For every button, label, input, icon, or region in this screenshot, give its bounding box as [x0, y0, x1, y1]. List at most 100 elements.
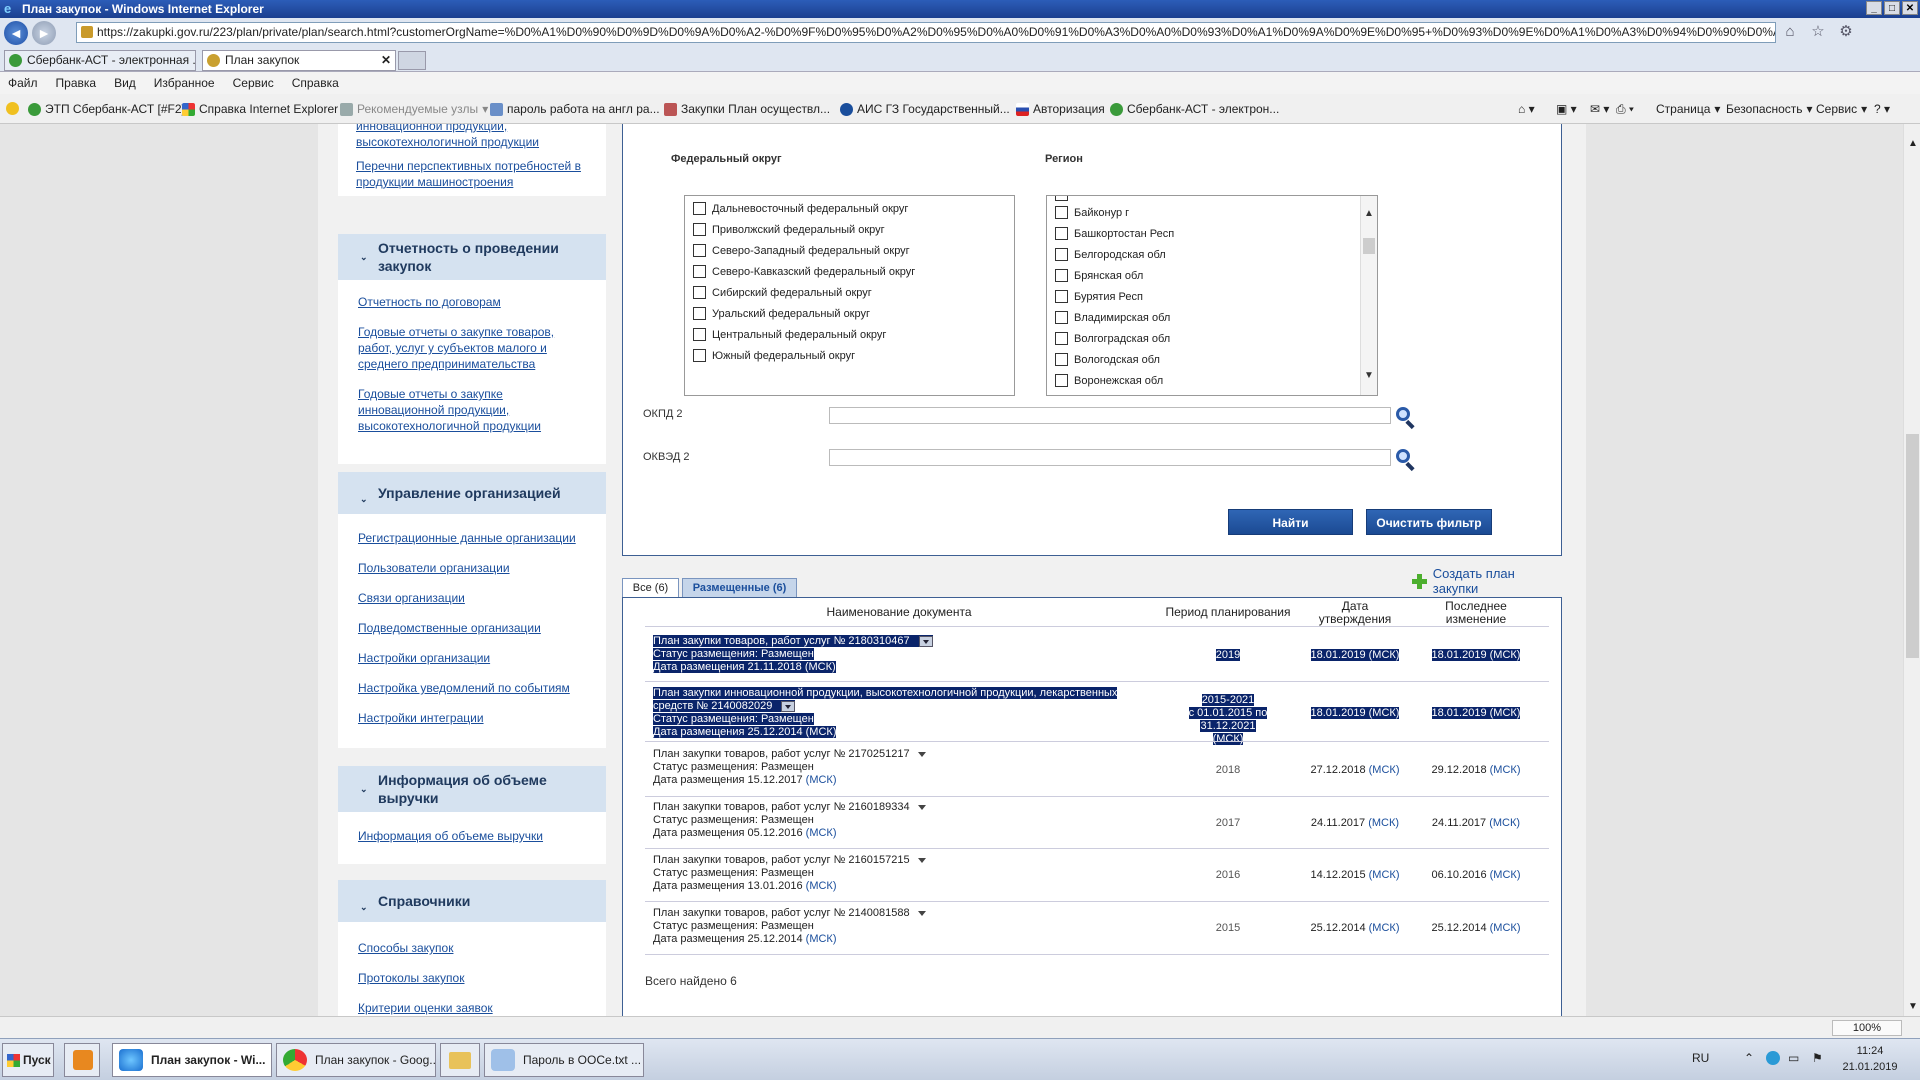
checkbox[interactable] [1055, 248, 1068, 261]
okpd-search-icon[interactable] [1395, 406, 1417, 430]
maximize-button[interactable]: □ [1884, 1, 1900, 15]
settings-gear-icon[interactable]: ⚙ [1836, 22, 1856, 42]
minimize-button[interactable]: _ [1866, 1, 1882, 15]
sidebar-section-title[interactable]: ⌄ Управление организацией [338, 472, 606, 514]
menu-favorites[interactable]: Избранное [154, 76, 215, 90]
favorites-star-icon[interactable]: ☆ [1808, 22, 1828, 42]
checkbox[interactable] [693, 328, 706, 341]
district-option[interactable]: Северо-Западный федеральный округ [693, 244, 910, 257]
sidebar-section-title[interactable]: ⌄ Отчетность о проведении закупок [338, 234, 606, 280]
help-icon[interactable]: ? ▾ [1874, 102, 1890, 116]
taskbar-chrome-window[interactable]: План закупок - Goog... [276, 1043, 436, 1077]
region-option[interactable] [1055, 196, 1074, 201]
create-plan-link[interactable]: Создать план закупки [1412, 566, 1562, 596]
checkbox[interactable] [1055, 290, 1068, 303]
explorer-folder-icon[interactable] [440, 1043, 480, 1077]
new-tab-button[interactable] [398, 51, 426, 70]
address-field[interactable]: https://zakupki.gov.ru/223/plan/private/… [76, 22, 1776, 43]
browser-tab-sberbank[interactable]: Сбербанк-АСТ - электронная ... [4, 50, 196, 71]
dropdown-arrow-icon[interactable] [917, 751, 926, 757]
checkbox[interactable] [693, 307, 706, 320]
row-menu-icon[interactable] [918, 635, 933, 647]
fav-sberbank-ast[interactable]: Сбербанк-АСТ - электрон... [1110, 102, 1279, 116]
scroll-down-icon[interactable]: ▼ [1908, 1001, 1918, 1012]
checkbox[interactable] [693, 202, 706, 215]
plan-name-link[interactable]: План закупки инновационной продукции, вы… [653, 687, 1118, 699]
menu-file[interactable]: Файл [8, 76, 38, 90]
fav-etp-sberbank[interactable]: ЭТП Сбербанк-АСТ [#F2] [28, 102, 185, 116]
okved-input[interactable] [829, 449, 1391, 466]
sidebar-link[interactable]: Настройка уведомлений по событиям [358, 680, 606, 696]
browser-tab-plan[interactable]: План закупок ✕ [202, 50, 396, 71]
region-list[interactable]: Байконур г Башкортостан Респ Белгородска… [1046, 195, 1378, 396]
msk-link[interactable]: (МСК) [806, 933, 837, 945]
sidebar-link-perspective[interactable]: Перечни перспективных потребностей в про… [356, 158, 606, 190]
region-option[interactable]: Волгоградская обл [1055, 332, 1170, 345]
menu-help[interactable]: Справка [292, 76, 339, 90]
sidebar-section-title[interactable]: ⌄ Информация об объеме выручки [338, 766, 606, 812]
close-window-button[interactable]: ✕ [1902, 1, 1918, 15]
plan-name-link[interactable]: План закупки товаров, работ услуг № 2160… [653, 854, 910, 866]
menu-edit[interactable]: Правка [56, 76, 97, 90]
okved-search-icon[interactable] [1395, 448, 1417, 472]
district-option[interactable]: Северо-Кавказский федеральный округ [693, 265, 915, 278]
fav-password[interactable]: пароль работа на англ ра... [490, 102, 660, 116]
district-option[interactable]: Приволжский федеральный округ [693, 223, 885, 236]
clear-filter-button[interactable]: Очистить фильтр [1366, 509, 1492, 535]
safety-menu[interactable]: Безопасность ▾ [1726, 102, 1813, 116]
checkbox[interactable] [1055, 206, 1068, 219]
page-menu[interactable]: Страница ▾ [1656, 102, 1720, 116]
taskbar-ie-window[interactable]: План закупок - Wi... [112, 1043, 272, 1077]
region-option[interactable]: Вологодская обл [1055, 353, 1160, 366]
plan-name-link[interactable]: План закупки товаров, работ услуг № 2170… [653, 748, 910, 760]
clock[interactable]: 11:24 21.01.2019 [1840, 1043, 1900, 1075]
table-row[interactable]: План закупки товаров, работ услуг № 2180… [653, 635, 933, 674]
home-toolbar-icon[interactable]: ⌂ ▾ [1518, 102, 1535, 116]
fav-zakupki[interactable]: Закупки План осуществл... [664, 102, 830, 116]
sidebar-link[interactable]: Регистрационные данные организации [358, 530, 606, 546]
sidebar-link[interactable]: Отчетность по договорам [358, 294, 606, 310]
district-option[interactable]: Сибирский федеральный округ [693, 286, 872, 299]
checkbox[interactable] [1055, 332, 1068, 345]
tab-all[interactable]: Все (6) [622, 578, 679, 598]
page-scrollbar[interactable]: ▲ ▼ [1903, 124, 1920, 1016]
sidebar-link[interactable]: Годовые отчеты о закупке инновационной п… [358, 386, 606, 434]
region-option[interactable]: Брянская обл [1055, 269, 1143, 282]
district-option[interactable]: Южный федеральный округ [693, 349, 855, 362]
table-row[interactable]: План закупки товаров, работ услуг № 2160… [653, 854, 926, 893]
checkbox[interactable] [1055, 311, 1068, 324]
checkbox[interactable] [693, 286, 706, 299]
fav-authorization[interactable]: Авторизация [1016, 102, 1105, 116]
scroll-up-icon[interactable]: ▲ [1364, 208, 1374, 219]
sidebar-link-innovative[interactable]: инновационной продукции, высокотехнологи… [356, 124, 606, 150]
telegram-icon[interactable] [1766, 1051, 1780, 1065]
menu-tools[interactable]: Сервис [233, 76, 274, 90]
zoom-control[interactable]: 100% [1831, 1020, 1902, 1036]
table-row[interactable]: План закупки товаров, работ услуг № 2140… [653, 907, 926, 946]
start-button[interactable]: Пуск [2, 1043, 54, 1077]
language-indicator[interactable]: RU [1692, 1051, 1709, 1065]
dropdown-arrow-icon[interactable] [917, 910, 926, 916]
sidebar-link[interactable]: Протоколы закупок [358, 970, 606, 986]
tools-menu[interactable]: Сервис ▾ [1816, 102, 1867, 116]
plan-name-link[interactable]: План закупки товаров, работ услуг № 2160… [653, 801, 910, 813]
sidebar-link[interactable]: Годовые отчеты о закупке товаров, работ,… [358, 324, 606, 372]
table-row[interactable]: План закупки товаров, работ услуг № 2170… [653, 748, 926, 787]
fav-ais-gz[interactable]: АИС ГЗ Государственный... [840, 102, 1010, 116]
fav-recommended[interactable]: Рекомендуемые узлы ▾ [340, 102, 488, 116]
checkbox[interactable] [1055, 353, 1068, 366]
close-tab-icon[interactable]: ✕ [381, 51, 391, 70]
checkbox[interactable] [693, 223, 706, 236]
district-option[interactable]: Дальневосточный федеральный округ [693, 202, 908, 215]
region-option[interactable]: Воронежская обл [1055, 374, 1163, 387]
region-option[interactable]: Башкортостан Респ [1055, 227, 1174, 240]
menu-view[interactable]: Вид [114, 76, 136, 90]
checkbox[interactable] [1055, 374, 1068, 387]
plan-name-link[interactable]: План закупки товаров, работ услуг № 2140… [653, 907, 910, 919]
sidebar-link[interactable]: Связи организации [358, 590, 606, 606]
row-menu-icon[interactable] [781, 700, 796, 712]
sidebar-link[interactable]: Способы закупок [358, 940, 606, 956]
sidebar-link[interactable]: Подведомственные организации [358, 620, 606, 636]
dropdown-arrow-icon[interactable] [917, 804, 926, 810]
favorites-star-icon[interactable] [6, 102, 19, 115]
